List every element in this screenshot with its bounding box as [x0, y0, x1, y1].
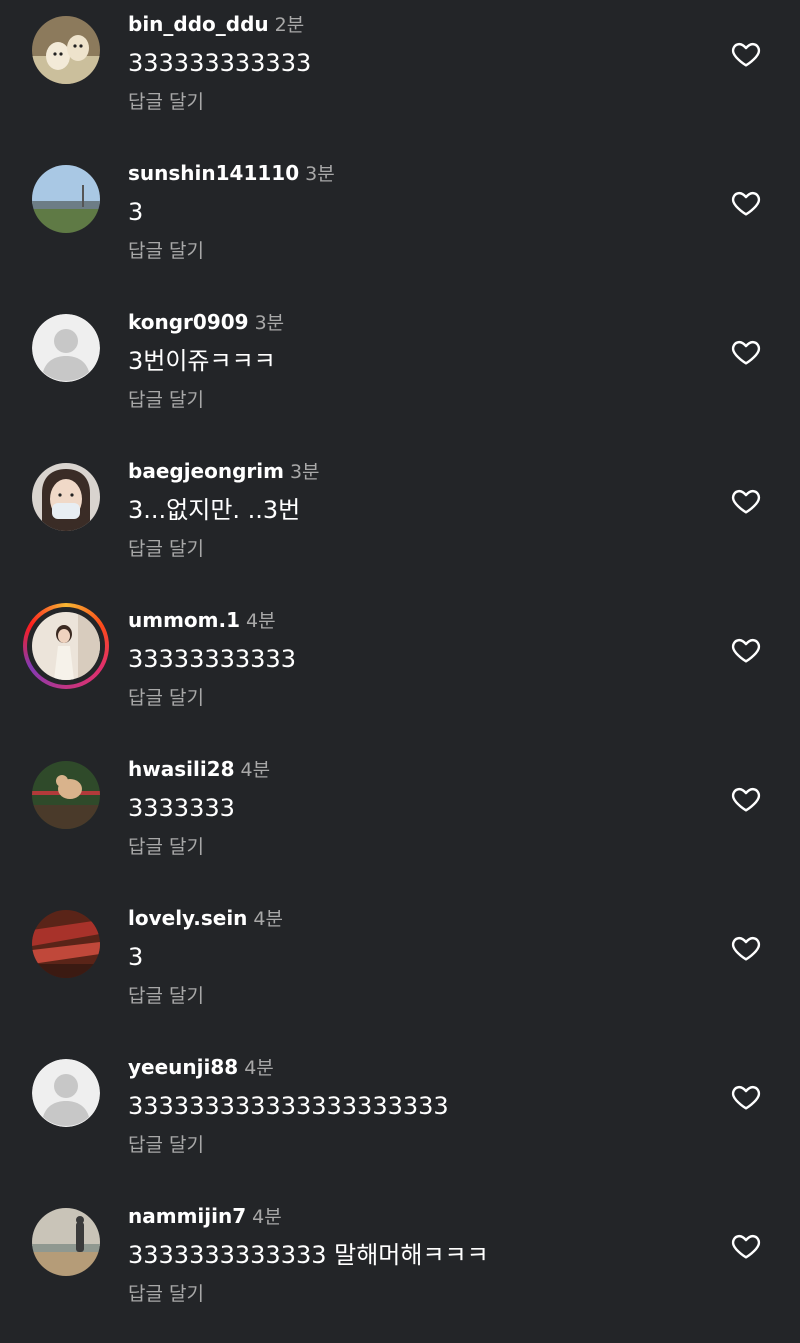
username[interactable]: ummom.1 [128, 608, 240, 632]
username[interactable]: bin_ddo_ddu [128, 12, 269, 36]
comment-item: lovely.sein 4분 3 답글 달기 [0, 894, 800, 1042]
reply-button[interactable]: 답글 달기 [128, 1280, 204, 1308]
reply-button[interactable]: 답글 달기 [128, 982, 204, 1010]
avatar[interactable] [32, 910, 100, 978]
avatar[interactable] [32, 16, 100, 84]
reply-button[interactable]: 답글 달기 [128, 535, 204, 563]
comment-header: bin_ddo_ddu 2분 [128, 10, 304, 38]
username[interactable]: nammijin7 [128, 1204, 246, 1228]
comment-header: hwasili28 4분 [128, 755, 270, 783]
comment-header: baegjeongrim 3분 [128, 457, 320, 485]
heart-icon[interactable] [730, 783, 762, 815]
reply-button[interactable]: 답글 달기 [128, 88, 204, 116]
avatar[interactable] [32, 463, 100, 531]
comment-item: kongr0909 3분 3번이쥬ㅋㅋㅋ 답글 달기 [0, 298, 800, 446]
comment-text: 3번이쥬ㅋㅋㅋ [128, 347, 276, 375]
timestamp: 3분 [305, 163, 335, 185]
reply-button[interactable]: 답글 달기 [128, 237, 204, 265]
avatar[interactable] [32, 1208, 100, 1276]
comment-item: hwasili28 4분 3333333 답글 달기 [0, 745, 800, 893]
comment-text: 33333333333 [128, 645, 296, 673]
reply-button[interactable]: 답글 달기 [128, 684, 204, 712]
avatar[interactable] [32, 165, 100, 233]
comment-text: 3 [128, 943, 144, 971]
username[interactable]: sunshin141110 [128, 161, 299, 185]
comment-item: yeeunji88 4분 333333333333333333333 답글 달기 [0, 1043, 800, 1191]
reply-button[interactable]: 답글 달기 [128, 833, 204, 861]
heart-icon[interactable] [730, 1081, 762, 1113]
timestamp: 2분 [274, 14, 305, 36]
timestamp: 3분 [254, 312, 285, 334]
comment-header: yeeunji88 4분 [128, 1053, 274, 1081]
comment-header: nammijin7 4분 [128, 1202, 282, 1230]
heart-icon[interactable] [730, 187, 762, 219]
comment-header: sunshin141110 3분 [128, 159, 335, 187]
avatar[interactable] [32, 612, 100, 680]
heart-icon[interactable] [730, 336, 762, 368]
comment-header: lovely.sein 4분 [128, 904, 283, 932]
heart-icon[interactable] [730, 634, 762, 666]
comment-list: bin_ddo_ddu 2분 333333333333 답글 달기 sunshin… [0, 0, 800, 1343]
comment-text: 333333333333 [128, 49, 312, 77]
reply-button[interactable]: 답글 달기 [128, 1131, 204, 1159]
username[interactable]: kongr0909 [128, 310, 249, 334]
username[interactable]: yeeunji88 [128, 1055, 238, 1079]
avatar[interactable] [32, 761, 100, 829]
heart-icon[interactable] [730, 932, 762, 964]
comment-item: baegjeongrim 3분 3...없지만. ..3번 답글 달기 [0, 447, 800, 595]
comment-item: sunshin141110 3분 3 답글 달기 [0, 149, 800, 297]
heart-icon[interactable] [730, 1230, 762, 1262]
timestamp: 3분 [289, 461, 320, 483]
heart-icon[interactable] [730, 485, 762, 517]
comment-item: ummom.1 4분 33333333333 답글 달기 [0, 596, 800, 744]
comment-item: bin_ddo_ddu 2분 333333333333 답글 달기 [0, 0, 800, 148]
timestamp: 4분 [246, 610, 276, 632]
username[interactable]: hwasili28 [128, 757, 235, 781]
comment-text: 3333333 [128, 794, 235, 822]
default-avatar-icon[interactable] [32, 314, 100, 382]
comment-header: ummom.1 4분 [128, 606, 276, 634]
comment-text: 3 [128, 198, 144, 226]
comment-item: nammijin7 4분 3333333333333 말해머해ㅋㅋㅋ 답글 달기 [0, 1192, 800, 1340]
timestamp: 4분 [253, 908, 283, 930]
timestamp: 4분 [244, 1057, 274, 1079]
timestamp: 4분 [252, 1206, 282, 1228]
comment-header: kongr0909 3분 [128, 308, 284, 336]
timestamp: 4분 [240, 759, 271, 781]
reply-button[interactable]: 답글 달기 [128, 386, 204, 414]
username[interactable]: lovely.sein [128, 906, 247, 930]
comment-text: 333333333333333333333 [128, 1092, 449, 1120]
heart-icon[interactable] [730, 38, 762, 70]
username[interactable]: baegjeongrim [128, 459, 284, 483]
comment-text: 3...없지만. ..3번 [128, 496, 301, 524]
comment-text: 3333333333333 말해머해ㅋㅋㅋ [128, 1241, 489, 1269]
default-avatar-icon[interactable] [32, 1059, 100, 1127]
